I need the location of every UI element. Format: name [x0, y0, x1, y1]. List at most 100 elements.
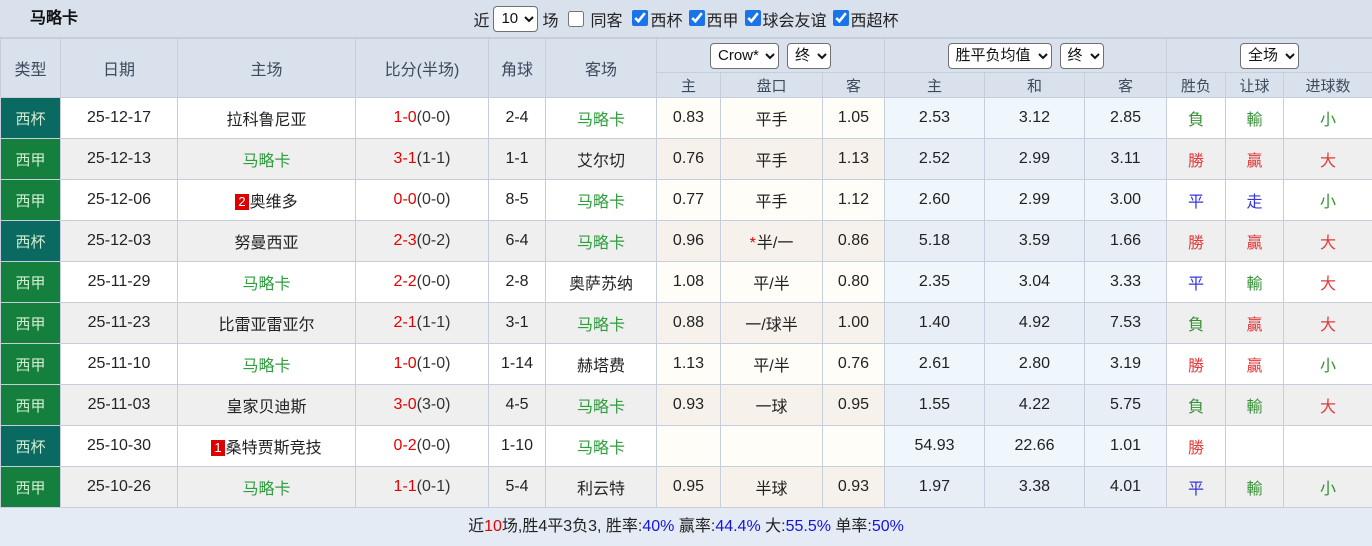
europe-away-odds: 7.53: [1083, 302, 1168, 344]
europe-odds-header: 胜平负均值 终: [883, 38, 1168, 73]
table-row: 西甲 25-12-06 2 奥维多 0-0(0-0) 8-5 马略卡 0.77 平手 1.12 2.…: [0, 179, 1372, 221]
asia-handicap: 平/半: [720, 261, 823, 303]
europe-home-odds: 2.60: [884, 179, 985, 221]
handicap-text: 平/半: [753, 358, 790, 375]
match-date: 25-11-23: [60, 302, 178, 344]
asia-away-odds: 0.80: [822, 261, 885, 303]
full-score: 0-2: [393, 437, 417, 454]
handicap-text: 半/一: [756, 235, 794, 252]
competition-label: 西超杯: [850, 12, 899, 30]
result-goals: 小: [1283, 343, 1372, 385]
asia-home-odds: 0.93: [656, 384, 721, 426]
asia-away-odds: 1.05: [822, 97, 885, 139]
asia-home-odds: [656, 425, 721, 467]
recent-count-select[interactable]: 10: [493, 5, 539, 32]
europe-draw-odds: 22.66: [984, 425, 1085, 467]
full-score: 1-1: [393, 478, 417, 495]
competition-label: 西杯: [650, 12, 683, 30]
summary-footer: 近10场,胜4平3负3, 胜率:40% 赢率:44.4% 大:55.5% 单率:…: [0, 508, 1372, 546]
away-team-cell: 利云特: [545, 466, 657, 508]
asia-home-odds: 0.83: [656, 97, 721, 139]
result-wdl: 平: [1166, 261, 1227, 303]
half-score: (0-0): [416, 437, 451, 454]
europe-draw-odds: 4.22: [984, 384, 1085, 426]
result-wdl: 勝: [1166, 425, 1227, 467]
match-type-badge: 西甲: [0, 466, 61, 508]
home-team-cell: 1 桑特贾斯竞技: [177, 425, 356, 467]
score-cell: 1-0(1-0): [355, 343, 489, 385]
europe-home-odds: 2.53: [884, 97, 985, 139]
away-team-cell: 马略卡: [545, 425, 657, 467]
away-team-name: 马略卡: [576, 194, 625, 211]
competition-checkbox[interactable]: [832, 9, 849, 26]
asia-handicap: 一/球半: [720, 302, 823, 344]
europe-home-odds: 1.97: [884, 466, 985, 508]
col-corner: 角球: [488, 38, 546, 98]
home-team-cell: 2 奥维多: [177, 179, 356, 221]
sub-header-cell: 客: [1083, 72, 1168, 98]
europe-home-odds: 2.35: [884, 261, 985, 303]
europe-draw-odds: 3.12: [984, 97, 1085, 139]
match-date: 25-10-30: [60, 425, 178, 467]
half-score: (0-1): [416, 478, 451, 495]
handicap-text: 平手: [755, 112, 788, 129]
match-date: 25-12-06: [60, 179, 178, 221]
europe-time-select[interactable]: 终: [1059, 42, 1104, 69]
half-score: (1-1): [416, 314, 451, 331]
col-home: 主场: [177, 38, 356, 98]
away-team-name: 马略卡: [576, 112, 625, 129]
asia-home-odds: 0.88: [656, 302, 721, 344]
result-wdl: 負: [1166, 384, 1227, 426]
corner-cell: 5-4: [488, 466, 546, 508]
home-team-cell: 马略卡: [177, 343, 356, 385]
result-goals: 小: [1283, 97, 1372, 139]
away-team-name: 奥萨苏纳: [568, 276, 633, 293]
europe-home-odds: 54.93: [884, 425, 985, 467]
period-select[interactable]: 全场: [1240, 42, 1300, 69]
sub-header-cell: 盘口: [720, 72, 823, 98]
europe-draw-odds: 3.38: [984, 466, 1085, 508]
competition-checkbox[interactable]: [688, 9, 705, 26]
home-team-name: 皇家贝迪斯: [226, 399, 307, 416]
away-team-name: 马略卡: [576, 317, 625, 334]
score-cell: 1-1(0-1): [355, 466, 489, 508]
competition-checkbox[interactable]: [632, 9, 649, 26]
result-handicap: 走: [1225, 179, 1285, 221]
full-score: 3-1: [393, 150, 417, 167]
asia-away-odds: 1.12: [822, 179, 885, 221]
asia-handicap: *半/一: [720, 220, 823, 262]
away-team-cell: 马略卡: [545, 179, 657, 221]
asia-home-odds: 0.95: [656, 466, 721, 508]
handicap-text: 平手: [755, 194, 788, 211]
match-type-badge: 西杯: [0, 425, 61, 467]
away-team-name: 利云特: [576, 481, 625, 498]
corner-cell: 2-8: [488, 261, 546, 303]
table-row: 西杯 25-12-03 努曼西亚 2-3(0-2) 6-4 马略卡 0.96 *半/一 0.86…: [0, 220, 1372, 262]
europe-type-select[interactable]: 胜平负均值: [947, 42, 1052, 69]
team-title: 马略卡: [30, 10, 79, 27]
odds-company-select[interactable]: Crow*: [710, 42, 779, 69]
competition-checkbox[interactable]: [744, 9, 761, 26]
asia-away-odds: 0.93: [822, 466, 885, 508]
score-cell: 3-0(3-0): [355, 384, 489, 426]
result-handicap: [1225, 425, 1285, 467]
away-team-cell: 艾尔切: [545, 138, 657, 180]
result-goals: 大: [1283, 220, 1372, 262]
match-history-table: 类型 日期 主场 比分(半场) 角球 客场 Crow* 终 胜平负均值 终 全场: [0, 38, 1372, 508]
score-cell: 2-3(0-2): [355, 220, 489, 262]
europe-away-odds: 2.85: [1083, 97, 1168, 139]
summary-segment: 近: [468, 518, 485, 535]
same-away-checkbox[interactable]: [568, 10, 585, 27]
score-cell: 0-2(0-0): [355, 425, 489, 467]
rank-badge: 1: [211, 440, 225, 456]
table-row: 西甲 25-11-23 比雷亚雷亚尔 2-1(1-1) 3-1 马略卡 0.88 一/球半 1.…: [0, 302, 1372, 344]
europe-draw-odds: 2.80: [984, 343, 1085, 385]
result-header: 全场: [1166, 38, 1372, 73]
home-team-name: 桑特贾斯竞技: [225, 440, 322, 457]
odds-time-select[interactable]: 终: [787, 42, 831, 69]
asia-handicap: 平/半: [720, 343, 823, 385]
full-score: 2-2: [393, 273, 417, 290]
europe-away-odds: 5.75: [1083, 384, 1168, 426]
europe-away-odds: 3.19: [1083, 343, 1168, 385]
summary-segment: 场,胜4平3负3, 胜率:: [501, 518, 643, 535]
